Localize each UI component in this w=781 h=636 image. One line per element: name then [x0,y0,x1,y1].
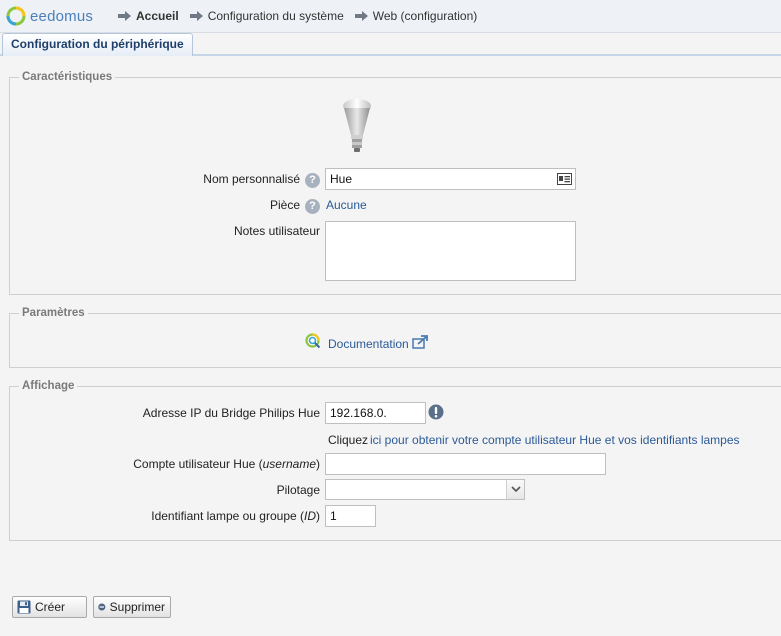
pilotage-label: Pilotage [276,483,320,497]
breadcrumb: Accueil Configuration du système Web (co… [118,9,488,23]
notes-textarea[interactable] [325,221,576,281]
external-link-icon[interactable] [412,335,428,349]
parameters-panel: Paramètres Documentation [9,307,781,368]
custom-name-label: Nom personnalisé [203,172,300,186]
tab-bar: Configuration du périphérique [0,33,781,56]
arrow-right-icon [354,11,368,21]
arrow-right-icon [189,11,203,21]
bridge-ip-input[interactable] [325,402,426,424]
minus-circle-icon [98,603,106,611]
logo[interactable]: eedomus [6,6,93,26]
characteristics-legend: Caractéristiques [19,71,116,83]
warning-icon [428,404,444,420]
breadcrumb-system-config[interactable]: Configuration du système [189,9,344,23]
username-input[interactable] [325,453,606,475]
contact-card-icon[interactable] [557,173,572,185]
username-label: Compte utilisateur Hue (username) [133,457,320,471]
save-disk-icon [17,600,31,614]
pilotage-select[interactable] [325,479,525,500]
logo-text: eedomus [30,7,94,25]
breadcrumb-home[interactable]: Accueil [118,9,179,23]
help-icon[interactable]: ? [305,199,320,214]
create-button[interactable]: Créer [12,596,87,618]
eedomus-logo-icon [6,6,26,26]
display-panel: Affichage Adresse IP du Bridge Philips H… [9,380,781,541]
parameters-legend: Paramètres [19,307,88,319]
lamp-id-label: Identifiant lampe ou groupe (ID) [151,509,320,523]
chevron-down-icon [511,486,521,493]
documentation-link[interactable]: Documentation [328,337,409,351]
hint-prefix: Cliquez [328,433,369,447]
room-link[interactable]: Aucune [326,198,367,212]
help-icon[interactable]: ? [305,173,320,188]
arrow-right-icon [118,11,131,21]
custom-name-input[interactable] [325,168,576,190]
breadcrumb-web-config[interactable]: Web (configuration) [354,9,477,23]
delete-button[interactable]: Supprimer [93,596,171,618]
lamp-id-input[interactable] [325,505,376,527]
hue-account-link[interactable]: ici pour obtenir votre compte utilisateu… [370,433,740,447]
documentation-search-icon [305,333,321,349]
bridge-ip-label: Adresse IP du Bridge Philips Hue [142,406,320,420]
tab-device-configuration[interactable]: Configuration du périphérique [2,33,193,56]
characteristics-panel: Caractéristiques Nom personnalisé ? Hue … [9,71,781,295]
lightbulb-icon [343,99,371,152]
dropdown-button[interactable] [506,480,524,499]
room-label: Pièce [269,198,300,212]
display-legend: Affichage [19,380,78,392]
notes-label: Notes utilisateur [233,224,320,238]
top-bar: eedomus Accueil Configuration du système… [0,0,781,33]
